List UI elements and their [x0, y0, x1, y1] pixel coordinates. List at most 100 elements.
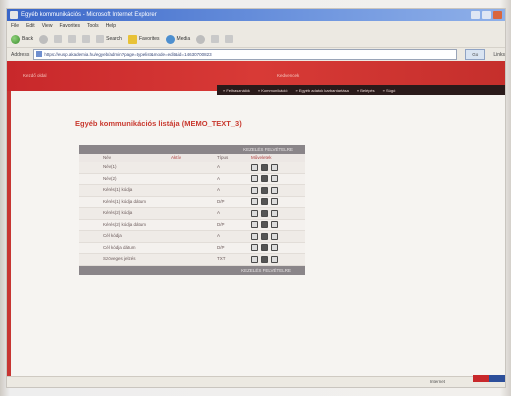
row-active [171, 162, 209, 173]
edit-icon[interactable] [261, 198, 268, 206]
col-header-active: Aktív [171, 155, 182, 160]
view-icon[interactable] [251, 244, 258, 252]
edit-icon[interactable] [261, 186, 268, 194]
maximize-button[interactable] [482, 11, 491, 19]
delete-icon[interactable] [271, 209, 278, 217]
media-button[interactable]: Media [165, 34, 190, 44]
go-button[interactable]: Go [465, 49, 486, 60]
delete-icon[interactable] [271, 198, 278, 206]
badge-red-block [473, 375, 489, 382]
row-type: A [217, 164, 221, 169]
edit-icon[interactable] [261, 244, 268, 252]
row-actions [241, 197, 305, 208]
row-name: Név(2) [103, 175, 117, 181]
row-actions [241, 174, 305, 185]
row-name: Kérés(1) kódja [103, 187, 133, 192]
row-name: Szöveges jelzés [103, 256, 136, 261]
zone-status: Internet [429, 379, 445, 384]
delete-icon[interactable] [271, 186, 278, 194]
forward-arrow-icon[interactable] [39, 34, 49, 44]
menu-tools[interactable]: Tools [87, 21, 99, 31]
view-icon[interactable] [251, 221, 258, 229]
table-foot-bar[interactable]: KEZELÉS FELVÉTELRE [79, 265, 305, 275]
row-active [171, 243, 209, 254]
mail-icon[interactable] [211, 35, 220, 43]
fields-table: KEZELÉS FELVÉTELRE Név Aktív Típus Művel… [79, 145, 305, 275]
table-row: Cél kódja A [79, 231, 305, 243]
view-icon[interactable] [251, 175, 258, 183]
edit-icon[interactable] [261, 232, 268, 240]
header-home-link[interactable]: Kezdő oldal [23, 73, 47, 78]
edit-icon[interactable] [261, 209, 268, 217]
row-active [171, 197, 209, 208]
star-icon [127, 34, 137, 44]
delete-icon[interactable] [271, 244, 278, 252]
row-type: A [217, 233, 221, 238]
table-row: Kérés(1) kódja A [79, 185, 305, 197]
view-icon[interactable] [251, 163, 258, 171]
row-actions [241, 231, 305, 242]
table-head-bar[interactable]: KEZELÉS FELVÉTELRE [79, 145, 305, 154]
view-icon[interactable] [251, 209, 258, 217]
row-name: Cél kódja dátum [103, 244, 136, 250]
menu-favorites[interactable]: Favorites [59, 21, 80, 31]
delete-icon[interactable] [271, 232, 278, 240]
menu-view[interactable]: View [42, 21, 53, 31]
home-icon[interactable] [82, 35, 91, 43]
delete-icon[interactable] [271, 175, 278, 183]
view-icon[interactable] [251, 232, 258, 240]
taskbar-badge [473, 375, 505, 382]
stop-icon[interactable] [54, 35, 63, 43]
menu-file[interactable]: File [11, 21, 19, 31]
search-button[interactable]: Search [96, 35, 122, 43]
edit-icon[interactable] [261, 175, 268, 183]
favorites-button[interactable]: Favorites [127, 34, 160, 44]
table-row: Név(1) A [79, 162, 305, 174]
nav-other-data[interactable]: » Egyéb adatok karbantartása [295, 88, 348, 93]
refresh-icon[interactable] [68, 35, 77, 43]
address-input[interactable]: https://eusp.akademia.hu/egyeb/admin?pag… [33, 49, 458, 60]
row-type: A [217, 210, 221, 215]
search-icon [96, 35, 105, 43]
close-button[interactable] [493, 11, 502, 19]
view-icon[interactable] [251, 255, 258, 263]
row-type: A [217, 175, 221, 181]
delete-icon[interactable] [271, 163, 278, 171]
view-icon[interactable] [251, 198, 258, 206]
edit-icon[interactable] [261, 163, 268, 171]
nav-login[interactable]: » Belépés [357, 88, 375, 93]
col-header-name[interactable]: Név [79, 154, 171, 162]
col-header-actions: Műveletek [251, 155, 272, 160]
header-center-link[interactable]: Kedvencek [277, 73, 299, 78]
nav-communication[interactable]: » Kommunikáció [258, 88, 288, 93]
table-rows: Név(1) A Név(2) A Kérés(1) kódja A Kérés(1) kó… [79, 162, 305, 266]
row-type: D/P [217, 244, 225, 250]
browser-toolbar: Back Search Favorites Media [7, 31, 505, 48]
row-name: Cél kódja [103, 233, 122, 238]
page-title: Egyéb kommunikációs listája (MEMO_TEXT_3… [75, 119, 242, 128]
page-content: Kezdő oldal Kedvencek » Felhasználók » K… [7, 61, 505, 377]
window-title: Egyéb kommunikációs - Microsoft Internet… [21, 12, 157, 18]
print-icon[interactable] [225, 35, 234, 43]
links-label[interactable]: Links [493, 52, 505, 58]
nav-help[interactable]: » Súgó [383, 88, 396, 93]
back-button[interactable]: Back [11, 34, 33, 44]
window-controls [471, 11, 502, 19]
row-type: D/P [217, 221, 225, 227]
edit-icon[interactable] [261, 255, 268, 263]
col-header-type: Típus [217, 155, 229, 160]
row-actions [241, 254, 305, 265]
history-icon[interactable] [196, 34, 206, 44]
row-actions [241, 185, 305, 196]
delete-icon[interactable] [271, 255, 278, 263]
row-name: Kérés(2) kódja [103, 210, 133, 215]
row-name: Kérés(2) kódja dátum [103, 221, 147, 227]
view-icon[interactable] [251, 186, 258, 194]
menu-help[interactable]: Help [106, 21, 116, 31]
table-row: Kérés(2) kódja dátum D/P [79, 219, 305, 231]
delete-icon[interactable] [271, 221, 278, 229]
nav-users[interactable]: » Felhasználók [223, 88, 250, 93]
minimize-button[interactable] [471, 11, 480, 19]
edit-icon[interactable] [261, 221, 268, 229]
menu-edit[interactable]: Edit [26, 21, 35, 31]
